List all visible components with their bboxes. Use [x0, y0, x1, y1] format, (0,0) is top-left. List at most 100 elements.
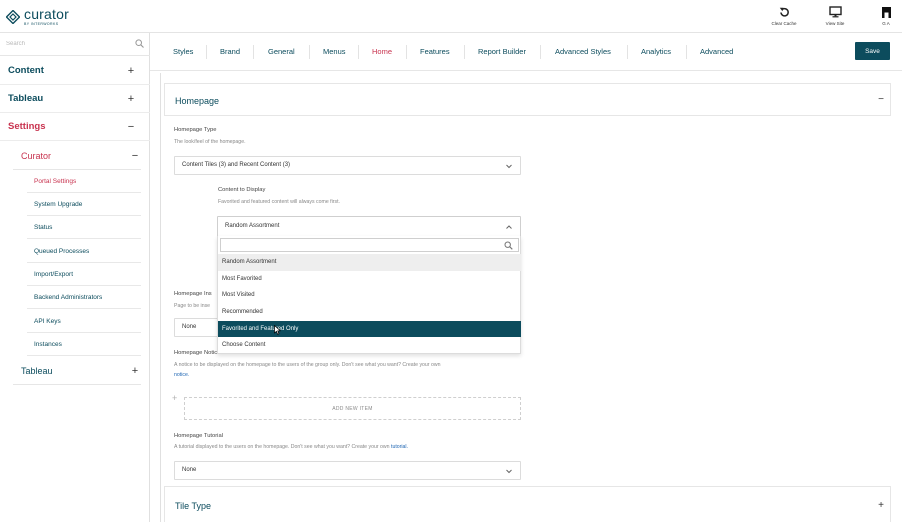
tab-divider	[464, 45, 465, 59]
view-site-button[interactable]: View Site	[815, 5, 855, 26]
content-to-display-description: Favorited and featured content will alwa…	[218, 199, 340, 205]
add-notice-plus[interactable]: +	[172, 393, 177, 403]
sidebar-item-content[interactable]: Content +	[0, 57, 150, 85]
dropdown-option[interactable]: Choose Content	[218, 337, 521, 354]
homepage-type-description: The look/feel of the homepage.	[174, 139, 246, 145]
sidebar-item-label: System Upgrade	[34, 200, 83, 208]
section-title: Tile Type	[175, 501, 212, 511]
logo-name: curator	[24, 6, 69, 22]
tab-divider	[253, 45, 254, 59]
sidebar-link-import-export[interactable]: Import/Export	[27, 263, 141, 286]
user-menu-button[interactable]: G A	[866, 5, 902, 26]
sidebar-item-label: Portal Settings	[34, 177, 77, 185]
dropdown-search-input[interactable]	[225, 241, 495, 250]
curator-logo[interactable]: curator BY INTERWORKS	[6, 6, 69, 28]
logo-subtitle: BY INTERWORKS	[24, 22, 59, 26]
content-to-display-select[interactable]: Random Assortment	[217, 216, 521, 237]
sidebar-item-label: Status	[34, 223, 53, 231]
tab-analytics[interactable]: Analytics	[641, 47, 671, 56]
content-to-display-label: Content to Display	[218, 187, 266, 193]
expand-icon: +	[131, 364, 139, 377]
select-value: Content Tiles (3) and Recent Content (3)	[182, 162, 291, 168]
tab-divider	[309, 45, 310, 59]
homepage-tutorial-label: Homepage Tutorial	[174, 433, 223, 439]
chevron-up-icon	[506, 225, 512, 229]
tab-report-builder[interactable]: Report Builder	[478, 47, 526, 56]
homepage-tutorial-select[interactable]: None	[174, 461, 521, 480]
user-initials: G A	[882, 21, 890, 26]
sidebar-item-label: Tableau	[21, 365, 53, 376]
dropdown-search[interactable]	[220, 238, 519, 252]
sidebar-link-instances[interactable]: Instances	[27, 333, 141, 356]
tab-styles[interactable]: Styles	[173, 47, 193, 56]
expand-icon: +	[127, 64, 135, 77]
add-new-item-button[interactable]: ADD NEW ITEM	[184, 397, 521, 420]
sidebar-item-tableau[interactable]: Tableau +	[0, 85, 150, 113]
sidebar-link-queued-processes[interactable]: Queued Processes	[27, 240, 141, 263]
sidebar-item-label: Instances	[34, 340, 62, 348]
homepage-notices-description: A notice to be displayed on the homepage…	[174, 362, 441, 368]
sidebar-subitem-curator[interactable]: Curator −	[13, 142, 141, 170]
collapse-icon[interactable]: −	[876, 94, 886, 105]
tab-general[interactable]: General	[268, 47, 295, 56]
collapse-icon: −	[131, 149, 139, 162]
dropdown-option[interactable]: Most Visited	[218, 287, 521, 304]
sidebar-link-portal-settings[interactable]: Portal Settings	[27, 170, 141, 193]
select-value: None	[182, 324, 197, 330]
homepage-type-label: Homepage Type	[174, 127, 217, 133]
tile-type-section-header[interactable]: Tile Type +	[164, 486, 891, 522]
select-value: None	[182, 467, 197, 473]
clear-cache-button[interactable]: Clear Cache	[764, 5, 804, 26]
search-icon	[504, 241, 513, 250]
sidebar-search	[0, 33, 150, 56]
save-button[interactable]: Save	[855, 42, 890, 60]
search-icon[interactable]	[135, 39, 144, 48]
settings-tabs: Styles Brand General Menus Home Features…	[150, 33, 902, 71]
tab-brand[interactable]: Brand	[220, 47, 240, 56]
homepage-notices-label: Homepage Notices	[174, 350, 224, 356]
tab-divider	[206, 45, 207, 59]
sidebar-item-label: Curator	[21, 150, 52, 161]
dropdown-option[interactable]: Recommended	[218, 304, 521, 321]
view-site-label: View Site	[825, 21, 845, 26]
dropdown-option[interactable]: Most Favorited	[218, 271, 521, 288]
expand-icon[interactable]: +	[876, 500, 886, 511]
tab-advanced-styles[interactable]: Advanced Styles	[555, 47, 611, 56]
sidebar-link-system-upgrade[interactable]: System Upgrade	[27, 193, 141, 216]
tab-home[interactable]: Home	[372, 47, 392, 56]
search-input[interactable]	[6, 38, 126, 50]
dropdown-option[interactable]: Random Assortment	[218, 254, 521, 271]
dropdown-option-selected[interactable]: Favorited and Featured Only	[218, 320, 521, 337]
tab-features[interactable]: Features	[420, 47, 450, 56]
content-dropdown-menu: Random Assortment Most Favorited Most Vi…	[217, 236, 521, 354]
sidebar: Content + Tableau + Settings − Curator −…	[0, 33, 150, 522]
sidebar-item-label: Import/Export	[34, 270, 74, 278]
app-root: curator BY INTERWORKS Clear Cache View S…	[0, 0, 902, 522]
create-notice-link[interactable]: notice.	[174, 372, 189, 378]
section-title: Homepage	[175, 96, 220, 106]
chevron-down-icon	[506, 469, 512, 474]
tab-divider	[358, 45, 359, 59]
homepage-type-select[interactable]: Content Tiles (3) and Recent Content (3)	[174, 156, 521, 175]
curator-logo-icon	[6, 10, 20, 24]
sidebar-item-label: API Keys	[34, 317, 61, 325]
tab-advanced[interactable]: Advanced	[700, 47, 733, 56]
mouse-cursor-icon	[274, 325, 281, 335]
sidebar-link-status[interactable]: Status	[27, 216, 141, 239]
sidebar-link-backend-administrators[interactable]: Backend Administrators	[27, 286, 141, 309]
homepage-section-header[interactable]: Homepage −	[164, 83, 891, 116]
collapse-icon: −	[127, 120, 135, 133]
sidebar-link-api-keys[interactable]: API Keys	[27, 310, 141, 333]
create-tutorial-link[interactable]: tutorial.	[391, 444, 408, 450]
sidebar-subitem-tableau[interactable]: Tableau +	[13, 357, 141, 385]
sidebar-item-label: Content	[8, 65, 44, 76]
select-value: Random Assortment	[225, 223, 280, 229]
chevron-down-icon	[506, 164, 512, 169]
sidebar-item-label: Settings	[8, 121, 46, 132]
tab-divider	[540, 45, 541, 59]
tab-divider	[686, 45, 687, 59]
sidebar-item-label: Tableau	[8, 93, 44, 104]
sidebar-item-settings[interactable]: Settings −	[0, 113, 150, 141]
sidebar-item-label: Queued Processes	[34, 247, 90, 255]
tab-menus[interactable]: Menus	[323, 47, 346, 56]
